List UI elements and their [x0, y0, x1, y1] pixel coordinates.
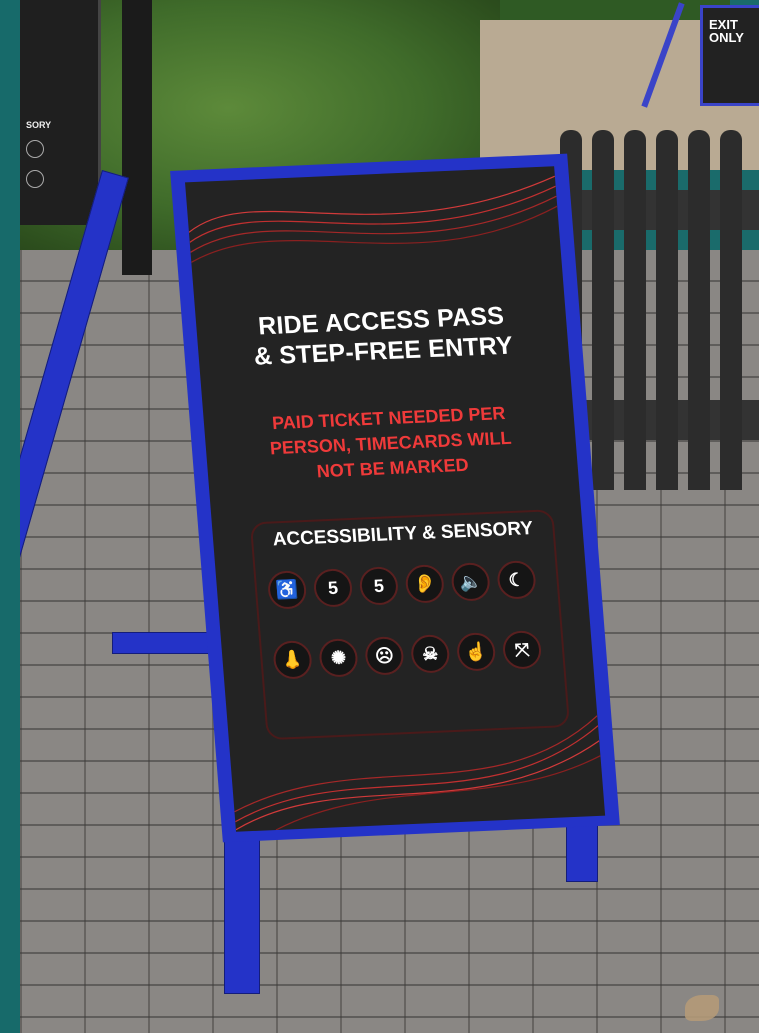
- confined-space-icon: [26, 170, 44, 188]
- sign-title: RIDE ACCESS PASS & STEP-FREE ENTRY: [195, 298, 569, 374]
- icon-cell: ♿: [266, 570, 310, 628]
- bottom-swirl-decoration: [234, 715, 601, 831]
- black-pole: [122, 0, 152, 275]
- loud-noise-icon: 👂: [404, 564, 446, 604]
- icon-cell: 🔈: [449, 562, 493, 620]
- moon-icon: [26, 140, 44, 158]
- strobe-lighting-icon: ✺: [318, 638, 359, 678]
- exit-only-sign: EXIT ONLY: [700, 5, 759, 106]
- exit-sign-line2: ONLY: [709, 30, 744, 45]
- background-sign: SORY: [20, 0, 101, 225]
- confined-space-icon: ⤧: [501, 630, 543, 670]
- access-rating-icon: 5: [312, 568, 354, 608]
- background-sign-heading: SORY: [26, 120, 52, 130]
- aframe-front-leg-left: [224, 820, 260, 994]
- fallen-leaf: [685, 995, 719, 1021]
- icon-cell: 👃: [271, 640, 315, 698]
- aframe-sign: RIDE ACCESS PASS & STEP-FREE ENTRY PAID …: [170, 153, 620, 843]
- accessibility-heading: ACCESSIBILITY & SENSORY: [271, 518, 534, 551]
- photo-scene: SORY EXIT ONLY RIDE ACCESS PASS & STEP-F…: [0, 0, 759, 1033]
- accessibility-icon-grid: ♿ 5 5 👂 🔈 ☾ 👃 ✺ ☹ ☠ ☝ ⤧: [266, 560, 545, 680]
- sensory-rating-icon: 5: [358, 566, 400, 606]
- dark-spaces-icon: ☾: [496, 560, 537, 600]
- icon-cell: ⤧: [501, 630, 545, 688]
- sudden-noise-icon: 🔈: [450, 562, 492, 602]
- skull-icon: ☠: [409, 634, 451, 674]
- ticket-notice: PAID TICKET NEEDED PER PERSON, TIMECARDS…: [203, 398, 578, 489]
- icon-cell: ☹: [363, 636, 407, 694]
- scare-icon: ☹: [363, 636, 405, 676]
- wheelchair-icon: ♿: [266, 570, 308, 610]
- icon-cell: 5: [357, 566, 401, 624]
- icon-cell: 5: [312, 568, 356, 626]
- smell-icon: 👃: [272, 640, 314, 680]
- touch-icon: ☝: [455, 632, 497, 672]
- icon-cell: ☠: [409, 634, 453, 692]
- icon-cell: ☾: [495, 560, 539, 618]
- icon-cell: 👂: [403, 564, 447, 622]
- icon-cell: ☝: [455, 632, 499, 690]
- sign-board: RIDE ACCESS PASS & STEP-FREE ENTRY PAID …: [185, 166, 606, 832]
- top-swirl-decoration: [188, 175, 558, 263]
- icon-cell: ✺: [317, 638, 361, 696]
- left-border: [0, 0, 20, 1033]
